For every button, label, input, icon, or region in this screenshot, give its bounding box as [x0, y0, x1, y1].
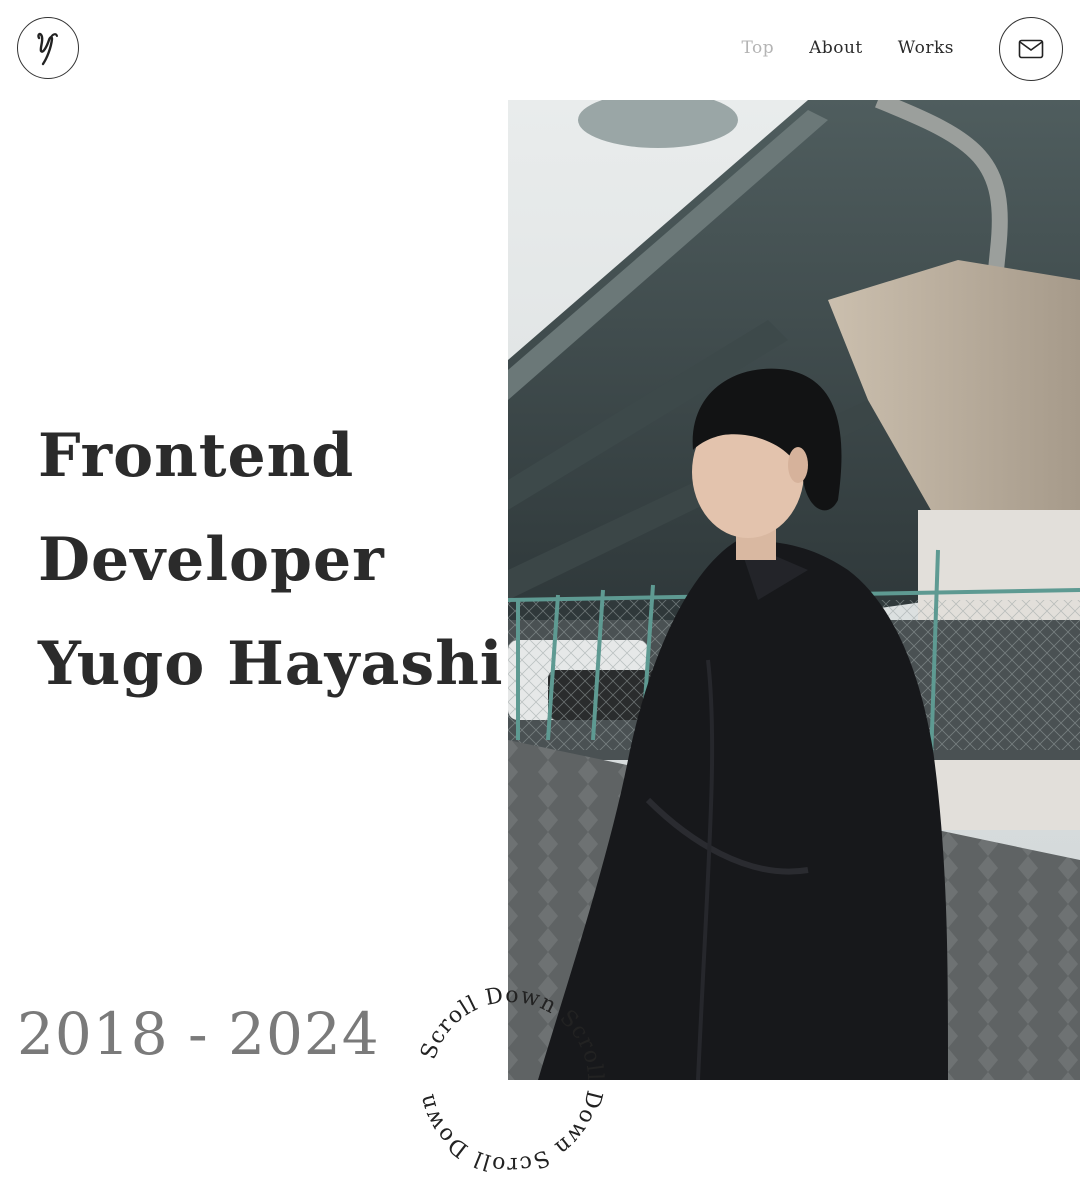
hero-title: Frontend Developer Yugo Hayashi [38, 404, 504, 716]
mail-icon [1018, 39, 1044, 59]
signature-y-logo-icon [37, 32, 58, 66]
nav-top[interactable]: Top [741, 38, 774, 58]
hero-line-developer: Developer [38, 525, 385, 595]
hero-line-name: Yugo Hayashi [38, 629, 504, 699]
scroll-down-badge[interactable]: Scroll Down Scroll Down Scroll Down [405, 975, 615, 1185]
years-range: 2018 - 2024 [17, 1000, 380, 1068]
nav-about[interactable]: About [809, 38, 863, 58]
portrait-photo [508, 100, 1080, 1080]
contact-mail-button[interactable] [999, 17, 1063, 81]
logo[interactable] [17, 17, 79, 79]
hero-line-frontend: Frontend [38, 421, 355, 491]
main-nav: Top About Works [741, 38, 954, 58]
nav-works[interactable]: Works [898, 38, 954, 58]
